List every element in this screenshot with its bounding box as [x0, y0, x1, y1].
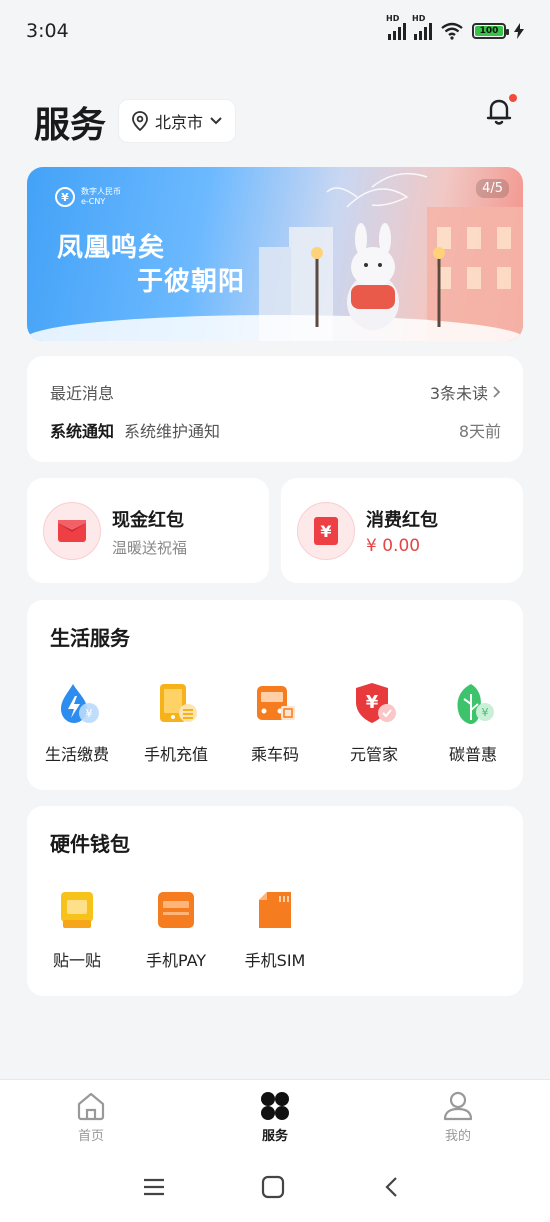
page-header: 服务 北京市: [0, 94, 550, 146]
life-service-label: 手机充值: [143, 745, 208, 764]
back-icon[interactable]: [380, 1175, 406, 1199]
bottom-tab-bar: 首页 服务 我的: [0, 1079, 550, 1151]
city-selector[interactable]: 北京市: [118, 99, 237, 143]
home-icon: [77, 1092, 105, 1121]
menu-icon[interactable]: [141, 1175, 167, 1199]
hardware-wallet-label: 贴一贴: [52, 951, 101, 970]
network-type-label: HD: [386, 14, 400, 23]
signal-icon: HD: [386, 14, 406, 40]
yuan-shield-icon: ¥: [356, 683, 396, 723]
life-service-item-water[interactable]: ¥ 生活缴费: [28, 680, 126, 765]
chevron-down-icon: [210, 117, 222, 125]
bus-code-icon: [257, 686, 295, 720]
tap-card-icon: [61, 892, 93, 928]
hardware-wallet-title: 硬件钱包: [50, 832, 130, 856]
cash-redpack-card[interactable]: 现金红包 温暖送祝福: [27, 478, 269, 583]
banner-slogan-line2: 于彼朝阳: [137, 267, 246, 297]
battery-icon: 100: [472, 23, 509, 39]
hardware-wallet-label: 手机SIM: [244, 951, 306, 970]
charging-icon: [514, 23, 524, 39]
promo-banner[interactable]: ¥ 数字人民币 e-CNY 凤凰鸣矣 于彼朝阳 4/5: [27, 167, 523, 341]
life-service-label: 生活缴费: [44, 745, 109, 764]
notification-bell-button[interactable]: [484, 94, 517, 126]
life-service-item-topup[interactable]: 手机充值: [127, 680, 225, 765]
hardware-wallet-item-pay[interactable]: 手机PAY: [127, 886, 225, 971]
status-time: 3:04: [26, 20, 69, 42]
unread-count-link[interactable]: 3条未读: [430, 380, 501, 404]
city-name: 北京市: [155, 113, 204, 132]
services-icon: [261, 1092, 289, 1120]
recent-messages-card[interactable]: 最近消息 3条未读 系统通知 系统维护通知 8天前: [27, 356, 523, 462]
ecny-logo-icon: ¥: [55, 187, 75, 207]
ecny-logo: ¥ 数字人民币 e-CNY: [55, 187, 121, 207]
page-title: 服务: [34, 105, 107, 146]
ecny-logo-cn: 数字人民币: [81, 187, 121, 196]
tab-services-label: 服务: [261, 1129, 288, 1144]
tab-home[interactable]: 首页: [41, 1090, 141, 1144]
life-service-label: 元管家: [349, 745, 398, 764]
consume-redpack-amount: ¥ 0.00: [366, 536, 421, 556]
svg-text:¥: ¥: [320, 522, 331, 541]
hardware-wallet-item-sim[interactable]: 手机SIM: [226, 886, 324, 971]
banner-pager: 4/5: [476, 179, 509, 198]
sim-card-icon: [259, 892, 291, 928]
status-icons: HD HD 100: [386, 14, 524, 40]
hardware-wallet-label: 手机PAY: [145, 951, 207, 970]
life-service-item-carbon[interactable]: ¥ 碳普惠: [424, 680, 522, 765]
phone-topup-icon: [160, 684, 197, 722]
svg-text:¥: ¥: [482, 706, 489, 719]
hardware-wallet-card: 硬件钱包 贴一贴 手机PAY 手机SIM: [27, 806, 523, 996]
life-service-item-bus[interactable]: 乘车码: [226, 680, 324, 765]
location-pin-icon: [132, 111, 148, 131]
message-type: 系统通知: [50, 422, 115, 441]
ecny-logo-en: e-CNY: [81, 197, 106, 206]
cash-redpack-subtitle: 温暖送祝福: [112, 539, 188, 557]
cash-redpack-title: 现金红包: [112, 510, 184, 531]
wifi-icon: [441, 22, 463, 40]
svg-text:¥: ¥: [86, 707, 93, 720]
life-service-label: 碳普惠: [448, 745, 497, 764]
home-square-icon[interactable]: [260, 1175, 286, 1199]
signal-icon: HD: [412, 14, 432, 40]
hardware-wallet-item-tap[interactable]: 贴一贴: [28, 886, 126, 971]
status-bar: 3:04 HD HD 100: [0, 0, 550, 62]
tab-profile-label: 我的: [444, 1129, 471, 1144]
system-nav-bar: [0, 1151, 550, 1222]
banner-slogan-line1: 凤凰鸣矣: [57, 233, 166, 263]
unread-count: 3条未读: [429, 384, 488, 403]
message-time: 8天前: [458, 422, 501, 441]
consume-redpack-card[interactable]: ¥ 消费红包 ¥ 0.00: [281, 478, 523, 583]
message-text: 系统维护通知: [124, 422, 221, 441]
recent-messages-label: 最近消息: [50, 384, 115, 403]
life-services-title: 生活服务: [50, 626, 130, 650]
unread-dot: [509, 94, 517, 102]
profile-icon: [443, 1091, 473, 1121]
carbon-leaf-icon: ¥: [457, 684, 494, 724]
life-services-card: 生活服务 ¥ 生活缴费 手机充值 乘车码 ¥ 元管家 ¥ 碳普惠: [27, 600, 523, 790]
life-service-item-yuan[interactable]: ¥ 元管家: [325, 680, 423, 765]
tab-home-label: 首页: [77, 1129, 104, 1144]
network-type-label: HD: [412, 14, 426, 23]
consume-redpack-title: 消费红包: [366, 510, 438, 531]
battery-level: 100: [475, 26, 503, 36]
chevron-right-icon: [493, 386, 501, 398]
tab-profile[interactable]: 我的: [408, 1090, 508, 1144]
water-bill-icon: ¥: [61, 684, 99, 723]
svg-text:¥: ¥: [366, 692, 379, 713]
life-service-label: 乘车码: [250, 745, 299, 764]
phone-pay-icon: [158, 892, 194, 928]
red-envelope-icon: [43, 502, 101, 560]
yuan-envelope-icon: ¥: [297, 502, 355, 560]
tab-services[interactable]: 服务: [225, 1090, 325, 1144]
